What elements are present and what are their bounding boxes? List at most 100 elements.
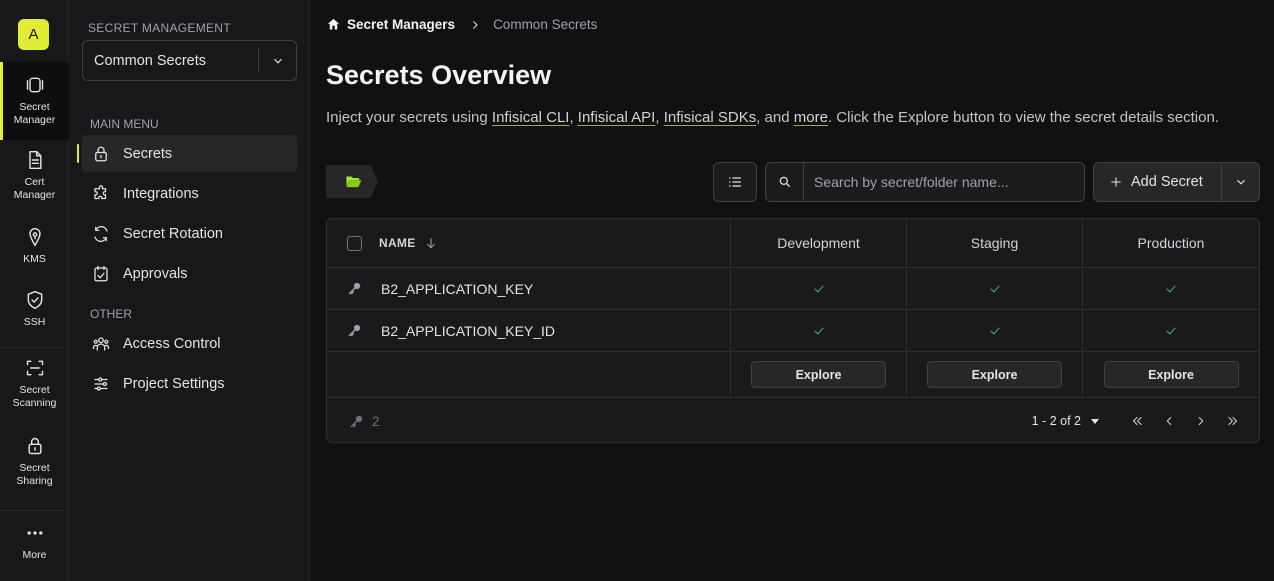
project-sidebar: SECRET MANAGEMENT Common Secrets MAIN ME… xyxy=(69,0,310,581)
sidebar-item-project-settings[interactable]: Project Settings xyxy=(82,365,297,402)
lock-icon xyxy=(27,437,42,455)
rail-item-secret-sharing[interactable]: Secret Sharing xyxy=(0,436,69,488)
link-infisical-cli[interactable]: Infisical CLI xyxy=(492,109,570,126)
env-status-cell[interactable] xyxy=(731,268,907,309)
next-page-button[interactable] xyxy=(1185,414,1217,428)
sliders-icon xyxy=(94,376,108,391)
rail-label: Secret xyxy=(19,384,50,396)
sidebar-item-integrations[interactable]: Integrations xyxy=(82,175,297,212)
project-select[interactable]: Common Secrets xyxy=(82,40,297,81)
rail-item-secret-manager[interactable]: Secret Manager xyxy=(0,62,69,140)
sidebar-item-approvals[interactable]: Approvals xyxy=(82,255,297,292)
checklist-icon xyxy=(94,265,108,281)
rail-item-more[interactable]: More xyxy=(0,523,69,562)
sidebar-item-label: Approvals xyxy=(123,265,188,282)
add-secret-label: Add Secret xyxy=(1131,174,1203,190)
desc-text: , and xyxy=(756,109,794,126)
chevron-right-icon xyxy=(473,20,478,29)
sidebar-item-label: Integrations xyxy=(123,185,199,202)
arrow-down-icon xyxy=(426,238,435,249)
explore-cell: Explore xyxy=(907,352,1083,397)
env-header-development: Development xyxy=(731,219,907,267)
explore-staging-button[interactable]: Explore xyxy=(927,361,1062,388)
sidebar-item-label: Project Settings xyxy=(123,375,225,392)
explore-production-button[interactable]: Explore xyxy=(1103,361,1239,388)
add-secret-button[interactable]: Add Secret xyxy=(1094,163,1221,201)
explore-development-button[interactable]: Explore xyxy=(751,361,886,388)
breadcrumb-current: Common Secrets xyxy=(493,17,598,32)
rotate-icon xyxy=(94,225,108,242)
link-infisical-api[interactable]: Infisical API xyxy=(578,109,656,126)
product-rail: A Secret Manager Cert Manager KMS SSH Se… xyxy=(0,0,69,581)
sidebar-item-label: Secrets xyxy=(123,145,173,162)
sidebar-item-access-control[interactable]: Access Control xyxy=(82,325,297,362)
view-options-button[interactable] xyxy=(713,162,757,202)
add-secret-group: Add Secret xyxy=(1093,162,1260,202)
search-icon-wrap xyxy=(766,163,804,201)
env-status-cell[interactable] xyxy=(1083,268,1259,309)
check-icon xyxy=(989,327,1000,334)
check-icon xyxy=(1166,285,1176,292)
link-more[interactable]: more xyxy=(794,109,828,126)
sidebar-section-title: SECRET MANAGEMENT xyxy=(88,21,231,35)
link-infisical-sdks[interactable]: Infisical SDKs xyxy=(664,109,757,126)
secret-name-cell: B2_APPLICATION_KEY_ID xyxy=(327,310,731,351)
folder-path-root[interactable] xyxy=(326,165,378,198)
rail-label: Sharing xyxy=(16,475,53,487)
name-sort-header[interactable]: NAME xyxy=(379,236,438,250)
table-row[interactable]: B2_APPLICATION_KEY xyxy=(327,268,1259,310)
explore-empty-cell xyxy=(327,352,731,397)
secret-name: B2_APPLICATION_KEY_ID xyxy=(381,322,556,339)
org-avatar[interactable]: A xyxy=(18,19,49,50)
explore-row: Explore Explore Explore xyxy=(327,352,1259,398)
first-page-button[interactable] xyxy=(1121,414,1153,428)
desc-text: , xyxy=(569,109,578,126)
select-all-checkbox[interactable] xyxy=(347,235,362,251)
key-icon xyxy=(348,282,361,295)
breadcrumb-root[interactable]: Secret Managers xyxy=(326,17,455,32)
other-menu-label: OTHER xyxy=(90,307,132,321)
rail-item-cert-manager[interactable]: Cert Manager xyxy=(0,150,69,202)
env-status-cell[interactable] xyxy=(1083,310,1259,351)
rail-item-kms[interactable]: KMS xyxy=(0,227,69,266)
double-chevron-right-icon xyxy=(1228,416,1238,426)
rail-label: KMS xyxy=(23,253,46,265)
rail-label: SSH xyxy=(23,316,46,328)
rail-divider xyxy=(0,347,69,348)
env-status-cell[interactable] xyxy=(731,310,907,351)
chevron-left-icon xyxy=(1166,416,1172,426)
check-icon xyxy=(989,285,1000,292)
sidebar-item-secret-rotation[interactable]: Secret Rotation xyxy=(82,215,297,252)
rail-item-ssh[interactable]: SSH xyxy=(0,290,69,329)
rail-label: Manager xyxy=(13,189,56,201)
table-row[interactable]: B2_APPLICATION_KEY_ID xyxy=(327,310,1259,352)
add-secret-dropdown[interactable] xyxy=(1221,163,1259,201)
chevron-right-icon xyxy=(1198,416,1204,426)
prev-page-button[interactable] xyxy=(1153,414,1185,428)
chevron-down-icon xyxy=(1236,179,1245,185)
rail-label: Manager xyxy=(13,114,56,126)
search-input[interactable] xyxy=(804,163,1084,201)
project-select-caret[interactable] xyxy=(258,48,296,73)
name-header-cell: NAME xyxy=(327,219,731,267)
env-status-cell[interactable] xyxy=(907,310,1083,351)
page-description: Inject your secrets using Infisical CLI,… xyxy=(326,109,1219,126)
sidebar-item-secrets[interactable]: Secrets xyxy=(77,135,297,172)
rail-item-secret-scanning[interactable]: Secret Scanning xyxy=(0,358,69,410)
secret-name-cell: B2_APPLICATION_KEY xyxy=(327,268,731,309)
key-icon xyxy=(350,415,363,427)
caret-down-icon[interactable] xyxy=(1091,418,1099,424)
double-chevron-left-icon xyxy=(1132,416,1142,426)
breadcrumb: Secret Managers Common Secrets xyxy=(326,17,597,32)
secret-manager-icon xyxy=(26,77,43,93)
puzzle-icon xyxy=(94,184,107,199)
lock-icon xyxy=(95,146,107,161)
env-status-cell[interactable] xyxy=(907,268,1083,309)
pagination-range[interactable]: 1 - 2 of 2 xyxy=(1032,414,1081,428)
env-header-production: Production xyxy=(1137,235,1205,251)
key-icon xyxy=(348,324,361,337)
explore-cell: Explore xyxy=(731,352,907,397)
desc-text: . Click the Explore button to view the s… xyxy=(827,109,1219,126)
last-page-button[interactable] xyxy=(1217,414,1249,428)
breadcrumb-root-label: Secret Managers xyxy=(347,17,456,32)
